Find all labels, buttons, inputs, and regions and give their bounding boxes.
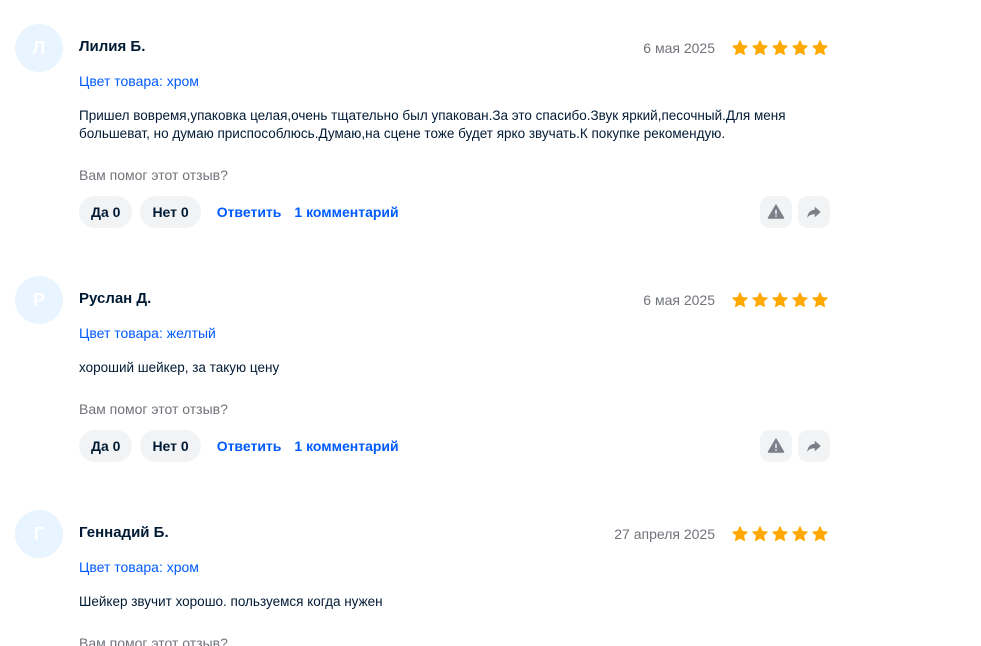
review-text: Пришел вовремя,упаковка целая,очень тщат… bbox=[79, 108, 786, 141]
star-icon bbox=[812, 526, 828, 542]
star-icon bbox=[772, 40, 788, 56]
star-icon bbox=[792, 292, 808, 308]
star-icon bbox=[732, 526, 748, 542]
star-icon bbox=[772, 292, 788, 308]
review-author: Геннадий Б. bbox=[79, 524, 169, 541]
share-icon bbox=[807, 206, 821, 218]
star-icon bbox=[812, 40, 828, 56]
report-button[interactable] bbox=[760, 196, 792, 228]
star-icon bbox=[752, 526, 768, 542]
helpful-no-button[interactable]: Нет 0 bbox=[140, 196, 201, 228]
star-icon bbox=[792, 40, 808, 56]
review-author: Руслан Д. bbox=[79, 290, 152, 307]
star-icon bbox=[772, 526, 788, 542]
helpful-question: Вам помог этот отзыв? bbox=[79, 635, 228, 646]
comments-link[interactable]: 1 комментарий bbox=[294, 204, 398, 220]
star-icon bbox=[752, 292, 768, 308]
review-text: хороший шейкер, за такую цену bbox=[79, 360, 280, 375]
helpful-question: Вам помог этот отзыв? bbox=[79, 167, 228, 183]
helpful-yes-button[interactable]: Да 0 bbox=[79, 430, 133, 462]
star-icon bbox=[732, 292, 748, 308]
helpful-yes-button[interactable]: Да 0 bbox=[79, 196, 133, 228]
report-button[interactable] bbox=[760, 430, 792, 462]
share-button[interactable] bbox=[798, 430, 830, 462]
rating-stars bbox=[731, 39, 829, 57]
helpful-no-button[interactable]: Нет 0 bbox=[140, 430, 201, 462]
product-variant-link[interactable]: Цвет товара: желтый bbox=[79, 325, 216, 341]
product-variant-link[interactable]: Цвет товара: хром bbox=[79, 559, 199, 575]
reply-button[interactable]: Ответить bbox=[217, 204, 282, 220]
star-icon bbox=[812, 292, 828, 308]
warning-icon bbox=[767, 438, 785, 453]
product-variant-link[interactable]: Цвет товара: хром bbox=[79, 73, 199, 89]
reply-button[interactable]: Ответить bbox=[217, 438, 282, 454]
avatar: Г bbox=[15, 510, 63, 558]
avatar: Л bbox=[15, 24, 63, 72]
review-date: 6 мая 2025 bbox=[643, 292, 715, 308]
review-author: Лилия Б. bbox=[79, 38, 146, 55]
share-icon bbox=[807, 440, 821, 452]
star-icon bbox=[752, 40, 768, 56]
avatar: Р bbox=[15, 276, 63, 324]
review-text: Шейкер звучит хорошо. пользуемся когда н… bbox=[79, 594, 383, 609]
review-actions: Да 0 Нет 0 Ответить 1 комментарий bbox=[79, 430, 412, 462]
rating-stars bbox=[731, 291, 829, 309]
star-icon bbox=[732, 40, 748, 56]
review-actions: Да 0 Нет 0 Ответить 1 комментарий bbox=[79, 196, 412, 228]
rating-stars bbox=[731, 525, 829, 543]
share-button[interactable] bbox=[798, 196, 830, 228]
warning-icon bbox=[767, 204, 785, 219]
review-date: 27 апреля 2025 bbox=[614, 526, 715, 542]
comments-link[interactable]: 1 комментарий bbox=[294, 438, 398, 454]
star-icon bbox=[792, 526, 808, 542]
review-date: 6 мая 2025 bbox=[643, 40, 715, 56]
helpful-question: Вам помог этот отзыв? bbox=[79, 401, 228, 417]
